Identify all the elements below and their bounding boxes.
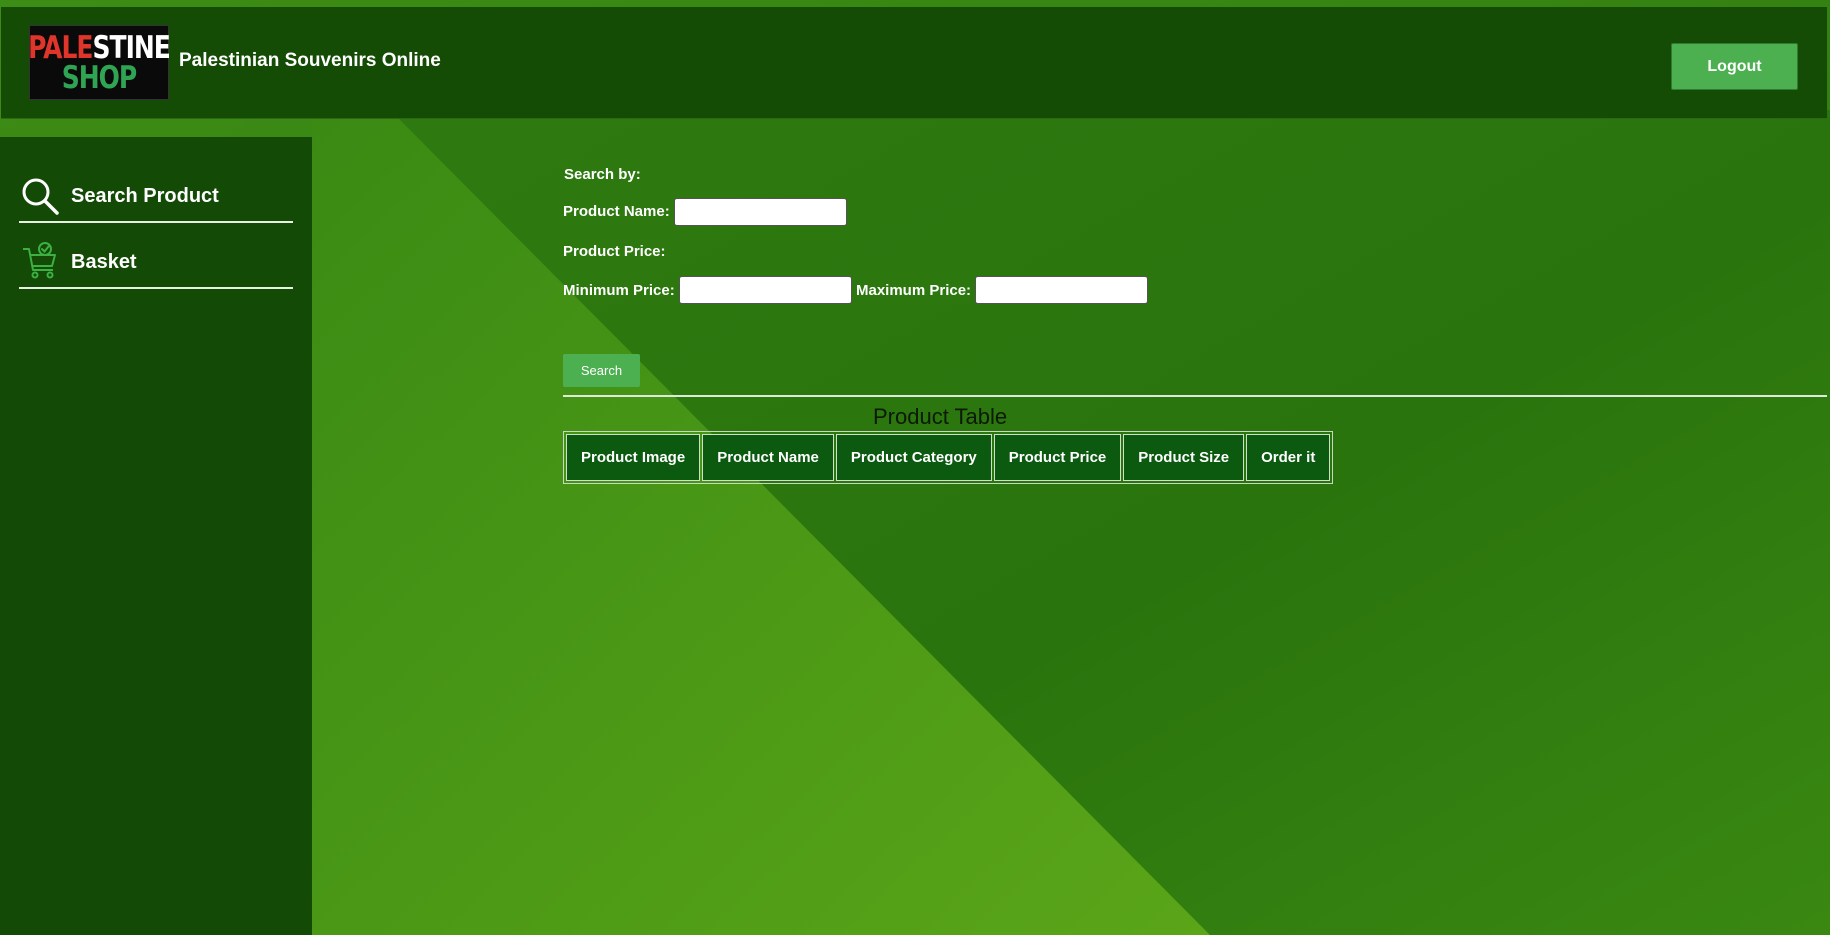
product-table-caption: Product Table xyxy=(873,404,1008,429)
column-header-product-image: Product Image xyxy=(566,434,701,481)
column-header-product-price: Product Price xyxy=(993,434,1122,481)
palestine-shop-logo: PALESTINE SHOP xyxy=(28,25,171,100)
minimum-price-label: Minimum Price: xyxy=(563,282,675,299)
column-header-order-it: Order it xyxy=(1246,434,1331,481)
maximum-price-label: Maximum Price: xyxy=(856,282,972,299)
cart-icon xyxy=(19,241,61,283)
logout-button[interactable]: Logout xyxy=(1671,43,1798,90)
minimum-price-input[interactable] xyxy=(679,276,852,304)
product-table: Product Image Product Name Product Categ… xyxy=(563,431,1334,484)
column-header-product-name: Product Name xyxy=(702,434,834,481)
search-by-label: Search by: xyxy=(564,166,641,183)
column-header-product-size: Product Size xyxy=(1123,434,1245,481)
sidebar-item-label: Search Product xyxy=(71,184,219,207)
site-title: Palestinian Souvenirs Online xyxy=(179,50,441,71)
maximum-price-input[interactable] xyxy=(975,276,1148,304)
section-divider xyxy=(563,395,1827,397)
sidebar-item-basket[interactable]: Basket xyxy=(19,237,293,289)
sidebar-item-label: Basket xyxy=(71,250,137,273)
product-name-label: Product Name: xyxy=(563,203,670,220)
product-name-input[interactable] xyxy=(674,198,847,226)
search-button[interactable]: Search xyxy=(563,354,640,387)
search-icon xyxy=(19,175,61,217)
product-price-label: Product Price: xyxy=(563,243,666,260)
column-header-product-category: Product Category xyxy=(835,434,992,481)
table-header-row: Product Image Product Name Product Categ… xyxy=(566,434,1331,481)
sidebar-item-search-product[interactable]: Search Product xyxy=(19,171,293,223)
sidebar: Search Product Basket xyxy=(0,137,312,935)
